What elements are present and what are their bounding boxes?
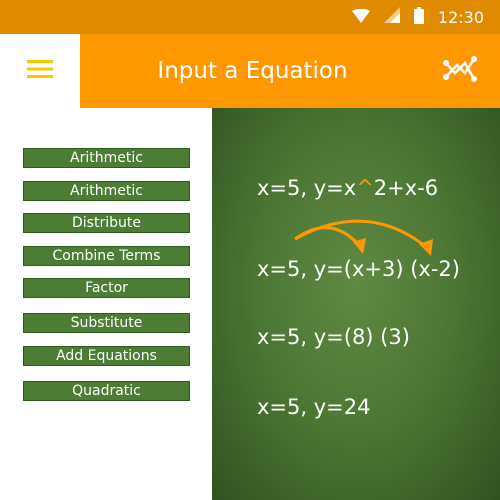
status-bar: 12:30	[0, 0, 500, 34]
equation-line-3: x=5, y=(8) (3)	[257, 325, 410, 349]
chalkboard: x=5, y=x^2+x-6 x=5, y=(x+3) (x-2) x=5, y…	[212, 108, 500, 500]
graph-icon	[443, 53, 477, 89]
app-bar: Input a Equation	[0, 34, 500, 108]
step-button-add-equations[interactable]: Add Equations	[23, 346, 190, 366]
equation-line-2: x=5, y=(x+3) (x-2)	[257, 257, 460, 281]
equation-line-1: x=5, y=x^2+x-6	[257, 176, 439, 200]
menu-button[interactable]	[0, 34, 80, 108]
step-button-distribute[interactable]: Distribute	[23, 213, 190, 233]
graph-button[interactable]	[442, 54, 478, 88]
status-time: 12:30	[437, 7, 484, 27]
caret-symbol: ^	[356, 176, 374, 200]
equation-line-4: x=5, y=24	[257, 395, 371, 419]
battery-icon	[413, 6, 424, 28]
step-button-combine-terms[interactable]: Combine Terms	[23, 246, 190, 266]
step-button-arithmetic-2[interactable]: Arithmetic	[23, 181, 190, 201]
signal-icon	[383, 7, 400, 27]
step-button-substitute[interactable]: Substitute	[23, 313, 190, 333]
step-button-arithmetic[interactable]: Arithmetic	[23, 148, 190, 168]
step-button-quadratic[interactable]: Quadratic	[23, 381, 190, 401]
page-title: Input a Equation	[157, 58, 348, 84]
step-button-factor[interactable]: Factor	[23, 278, 190, 298]
steps-panel: Arithmetic Arithmetic Distribute Combine…	[0, 108, 212, 500]
wifi-icon	[351, 8, 370, 27]
distribution-arrows	[294, 219, 433, 256]
hamburger-menu-icon	[27, 60, 53, 82]
